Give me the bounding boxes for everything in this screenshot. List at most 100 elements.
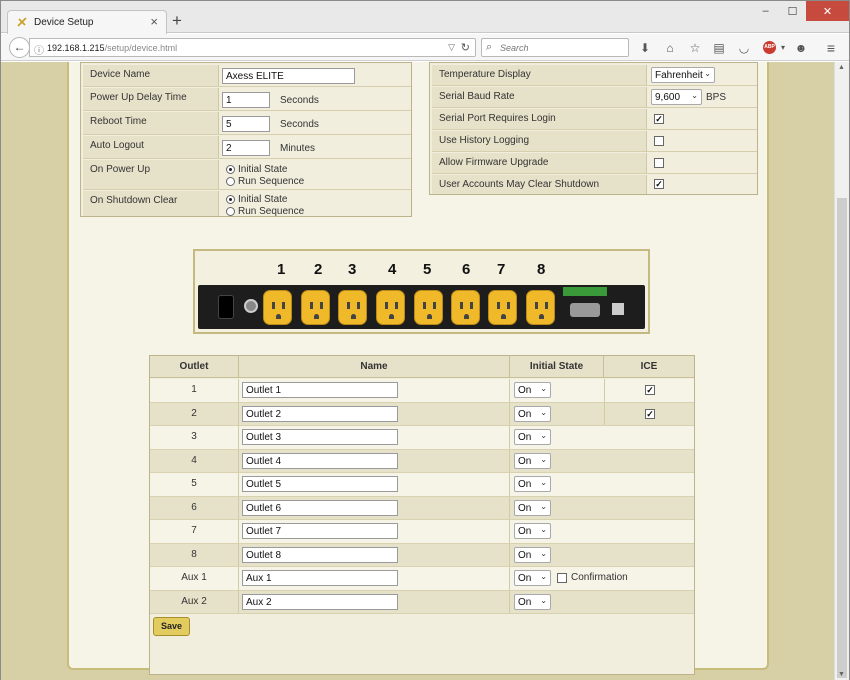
initial-state-select[interactable]: On ⌄ [514,499,551,516]
initial-state-select[interactable]: On ⌄ [514,546,551,563]
power-up-initial-state-radio[interactable]: Initial State [226,164,287,175]
site-info-icon[interactable]: ⓘ [34,42,44,57]
home-icon[interactable]: ⌂ [662,40,678,56]
device-name-input[interactable]: Axess ELITE [222,68,355,84]
initial-state-select[interactable]: On ⌄ [514,476,551,492]
outlet-number-label: 2 [314,261,323,278]
pocket-icon[interactable]: ◡ [736,40,752,56]
new-tab-button[interactable]: + [172,12,182,29]
download-icon[interactable]: ⬇ [637,40,653,56]
user-clear-shutdown-checkbox[interactable]: ✓ [654,179,664,189]
radio-unselected-icon [226,207,235,216]
initial-state-value: On [518,596,532,608]
reading-list-icon[interactable]: ▤ [711,40,727,56]
plug-slot [320,302,323,309]
outlet-name-input[interactable]: Aux 2 [242,593,398,610]
temperature-display-value: Fahrenheit [655,70,703,81]
initial-state-cell: On ⌄ [510,379,604,402]
initial-state-value: On [518,455,532,467]
power-up-delay-input[interactable]: 1 [222,92,270,108]
shutdown-run-sequence-radio[interactable]: Run Sequence [226,206,304,217]
serial-login-checkbox[interactable]: ✓ [654,114,664,124]
outlet-id-cell: 7 [150,520,239,543]
chevron-down-icon: ⌄ [540,548,547,558]
outlet-name-input[interactable]: Outlet 6 [242,499,398,516]
auto-logout-input[interactable]: 2 [222,140,270,156]
outlet-name-cell: Outlet 2 [239,402,510,425]
plug-slot [385,302,388,309]
device-rear-panel-image: 1 2 3 4 5 6 7 8 [193,249,650,334]
outlet-name-input[interactable]: Outlet 4 [242,452,398,469]
scroll-up-icon[interactable]: ▲ [838,64,845,71]
outlet-receptacle-icon [526,290,555,325]
serial-baud-rate-label: Serial Baud Rate [432,87,647,107]
tab-device-setup[interactable]: Device Setup × [7,10,167,34]
menu-icon[interactable]: ≡ [823,40,839,56]
chat-icon[interactable]: ☻ [793,40,809,56]
address-bar[interactable]: ⓘ 192.168.1.215/setup/device.html ▽ ↻ [29,38,476,57]
outlet-name-input[interactable]: Outlet 1 [242,382,398,398]
ice-checkbox[interactable]: ✓ [645,385,655,395]
confirmation-checkbox[interactable] [557,573,567,583]
power-up-delay-label: Power Up Delay Time [83,88,219,110]
outlet-name-cell: Outlet 1 [239,379,510,402]
url-dropdown-icon[interactable]: ▽ [448,42,455,53]
reload-icon[interactable]: ↻ [461,41,470,54]
outlet-name-cell: Outlet 4 [239,449,510,472]
close-tab-icon[interactable]: × [150,14,158,29]
temperature-display-select[interactable]: Fahrenheit ⌄ [651,67,715,83]
bookmark-star-icon[interactable]: ☆ [687,40,703,56]
power-up-delay-unit: Seconds [280,95,319,106]
power-up-run-sequence-radio[interactable]: Run Sequence [226,176,304,187]
ice-checkbox[interactable]: ✓ [645,408,655,419]
device-name-label: Device Name [83,65,219,86]
initial-state-select[interactable]: On ⌄ [514,382,551,398]
plug-slot [460,302,463,309]
page-panel: Device Name Axess ELITE Power Up Delay T… [67,62,769,675]
scroll-down-icon[interactable]: ▼ [838,671,845,678]
chevron-down-icon: ⌄ [540,572,547,581]
close-window-icon[interactable]: ✕ [806,1,849,21]
outlet-name-input[interactable]: Outlet 2 [242,405,398,422]
reboot-time-input[interactable]: 5 [222,116,270,132]
serial-baud-rate-value: 9,600 [655,92,681,103]
terminal-block-icon [563,287,607,296]
outlet-name-cell: Outlet 8 [239,543,510,566]
outlet-name-input[interactable]: Outlet 7 [242,523,398,539]
outlet-name-input[interactable]: Outlet 5 [242,476,398,492]
browser-window: Device Setup × + – ☐ ✕ ⓘ 192.168.1.215/s… [0,0,850,680]
header-name: Name [239,356,510,378]
maximize-icon[interactable]: ☐ [779,1,806,21]
initial-state-select[interactable]: On ⌄ [514,405,551,422]
search-bar[interactable]: ⌕ Search [481,38,629,57]
adblock-dropdown-icon[interactable]: ▾ [775,40,791,56]
history-logging-checkbox[interactable] [654,136,664,146]
outlet-name-input[interactable]: Aux 1 [242,570,398,586]
table-row: Aux 2 Aux 2 On ⌄ [150,590,694,614]
plug-slot [357,302,360,309]
initial-state-select[interactable]: On ⌄ [514,429,551,445]
search-icon: ⌕ [486,41,493,53]
initial-state-select[interactable]: On ⌄ [514,523,551,539]
serial-baud-rate-select[interactable]: 9,600 ⌄ [651,89,702,105]
outlet-name-input[interactable]: Outlet 3 [242,429,398,445]
firmware-upgrade-label: Allow Firmware Upgrade [432,153,647,173]
initial-state-select[interactable]: On ⌄ [514,452,551,469]
outlet-name-input[interactable]: Outlet 8 [242,546,398,563]
vertical-scrollbar[interactable]: ▲ ▼ [834,62,849,680]
back-button[interactable]: ← [9,37,30,58]
row-firmware-upgrade: Allow Firmware Upgrade [432,153,757,174]
on-power-up-label: On Power Up [83,160,219,189]
scrollbar-thumb[interactable] [837,198,847,678]
shutdown-initial-state-radio[interactable]: Initial State [226,194,287,205]
firmware-upgrade-checkbox[interactable] [654,158,664,168]
reboot-time-label: Reboot Time [83,112,219,134]
plug-slot [395,302,398,309]
initial-state-select[interactable]: On ⌄ [514,593,551,610]
initial-state-select[interactable]: On ⌄ [514,570,551,586]
save-button[interactable]: Save [153,617,190,636]
plug-ground [427,314,432,319]
outlet-number-label: 8 [537,261,546,278]
outlet-number-label: 5 [423,261,432,278]
minimize-icon[interactable]: – [752,1,779,21]
